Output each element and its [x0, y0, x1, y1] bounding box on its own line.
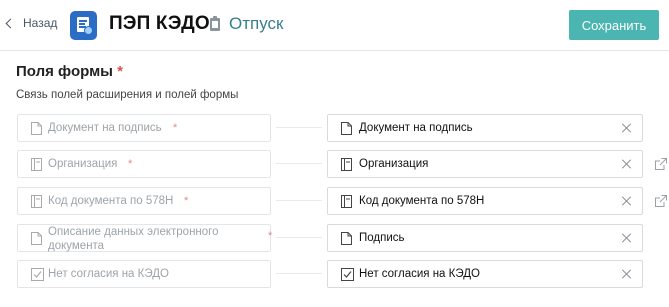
required-mark: * [128, 158, 133, 170]
mapping-row: Нет согласия на КЭДО Нет согласия на КЭДО [0, 260, 669, 290]
connector-line [276, 127, 322, 128]
document-type-label: Отпуск [229, 14, 284, 33]
clear-icon[interactable] [621, 233, 631, 243]
document-icon [31, 122, 42, 135]
connector-line [276, 163, 322, 164]
reference-book-icon [31, 158, 42, 171]
mapping-row: Описание данных электронного документа * П… [0, 224, 669, 254]
reference-book-icon [341, 195, 352, 208]
extension-field-label: Нет согласия на КЭДО [48, 268, 169, 280]
clear-icon[interactable] [621, 269, 631, 279]
connector-line [276, 200, 322, 201]
chevron-left-icon [5, 18, 16, 28]
extension-field-label: Код документа по 578Н [48, 195, 174, 207]
form-field[interactable]: Нет согласия на КЭДО [327, 260, 643, 288]
section-subtitle: Связь полей расширения и полей формы [16, 89, 239, 101]
form-field[interactable]: Код документа по 578Н [327, 187, 643, 215]
form-field[interactable]: Организация [327, 150, 643, 178]
document-type: Отпуск [210, 14, 283, 34]
reference-book-icon [341, 158, 352, 171]
external-link-icon[interactable] [655, 195, 667, 207]
clear-icon[interactable] [621, 123, 631, 133]
form-field[interactable]: Документ на подпись [327, 114, 643, 142]
connector-line [276, 273, 322, 274]
extension-field-label: Организация [48, 158, 118, 170]
document-icon [341, 122, 352, 135]
form-field-label: Код документа по 578Н [359, 195, 485, 207]
form-field-label: Организация [359, 158, 429, 170]
document-icon [31, 232, 42, 245]
page-header: Назад ПЭП КЭДО Отпуск Сохранить [0, 0, 669, 51]
extension-field[interactable]: Описание данных электронного документа * [17, 224, 273, 252]
app-logo-icon [70, 11, 97, 40]
required-mark: * [184, 195, 189, 207]
extension-field[interactable]: Код документа по 578Н * [17, 187, 271, 215]
mapping-row: Документ на подпись * Документ на подпись [0, 114, 669, 144]
required-mark: * [117, 63, 123, 80]
extension-field[interactable]: Организация * [17, 150, 271, 178]
clear-icon[interactable] [621, 159, 631, 169]
checkbox-icon [31, 268, 44, 281]
clipboard-icon [210, 15, 220, 31]
clear-icon[interactable] [621, 196, 631, 206]
reference-book-icon [31, 195, 42, 208]
form-field-label: Документ на подпись [359, 122, 473, 134]
form-field-label: Подпись [359, 232, 405, 244]
extension-field-label: Описание данных электронного документа [48, 226, 219, 252]
form-field[interactable]: Подпись [327, 224, 643, 252]
mapping-row: Организация * Организация [0, 150, 669, 180]
external-link-icon[interactable] [655, 158, 667, 170]
checkbox-icon [341, 268, 354, 281]
save-button[interactable]: Сохранить [569, 10, 659, 40]
extension-field-label: Документ на подпись [48, 122, 162, 134]
extension-field[interactable]: Документ на подпись * [17, 114, 271, 142]
required-mark: * [173, 122, 178, 134]
back-button[interactable]: Назад [5, 16, 57, 30]
app-title: ПЭП КЭДО [109, 13, 210, 34]
mapping-row: Код документа по 578Н * Код документа по 5… [0, 187, 669, 217]
extension-field[interactable]: Нет согласия на КЭДО [17, 260, 271, 288]
connector-line [276, 237, 322, 238]
required-mark: * [268, 230, 273, 242]
back-label: Назад [23, 16, 58, 30]
form-field-label: Нет согласия на КЭДО [359, 268, 480, 280]
section-title: Поля формы * [16, 63, 123, 80]
document-icon [341, 232, 352, 245]
